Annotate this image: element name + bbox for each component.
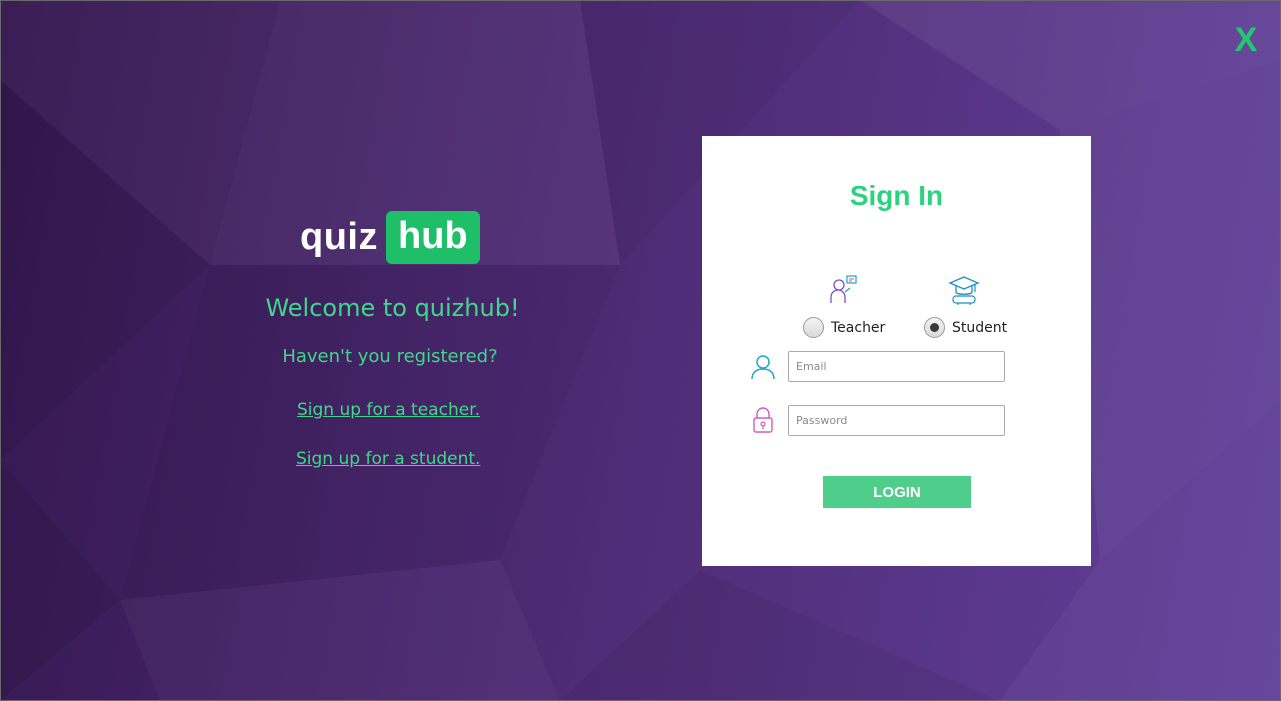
email-field[interactable] <box>788 351 1005 382</box>
welcome-heading: Welcome to quizhub! <box>265 294 520 322</box>
logo-text-hub: hub <box>385 211 480 264</box>
student-radio-circle[interactable] <box>924 317 945 338</box>
lock-icon <box>753 407 773 433</box>
logo-text-quiz: quiz <box>300 216 378 258</box>
signup-student-link[interactable]: Sign up for a student. <box>296 449 480 469</box>
teacher-icon <box>830 275 857 303</box>
signup-teacher-link[interactable]: Sign up for a teacher. <box>297 400 480 420</box>
teacher-radio[interactable]: Teacher <box>803 317 885 338</box>
login-button[interactable]: LOGIN <box>823 476 971 508</box>
close-button[interactable]: X <box>1230 20 1262 60</box>
user-icon <box>751 355 775 380</box>
quizhub-logo: quiz hub <box>300 211 480 264</box>
graduate-icon <box>948 276 980 305</box>
signin-card: Sign In Teacher Student LOGIN <box>702 136 1091 566</box>
registration-prompt: Haven't you registered? <box>282 346 498 367</box>
password-field[interactable] <box>788 405 1005 436</box>
teacher-radio-label: Teacher <box>831 319 886 336</box>
student-radio-label: Student <box>952 319 1008 336</box>
student-radio[interactable]: Student <box>924 317 1007 338</box>
signin-title: Sign In <box>849 180 944 211</box>
teacher-radio-circle[interactable] <box>803 317 824 338</box>
